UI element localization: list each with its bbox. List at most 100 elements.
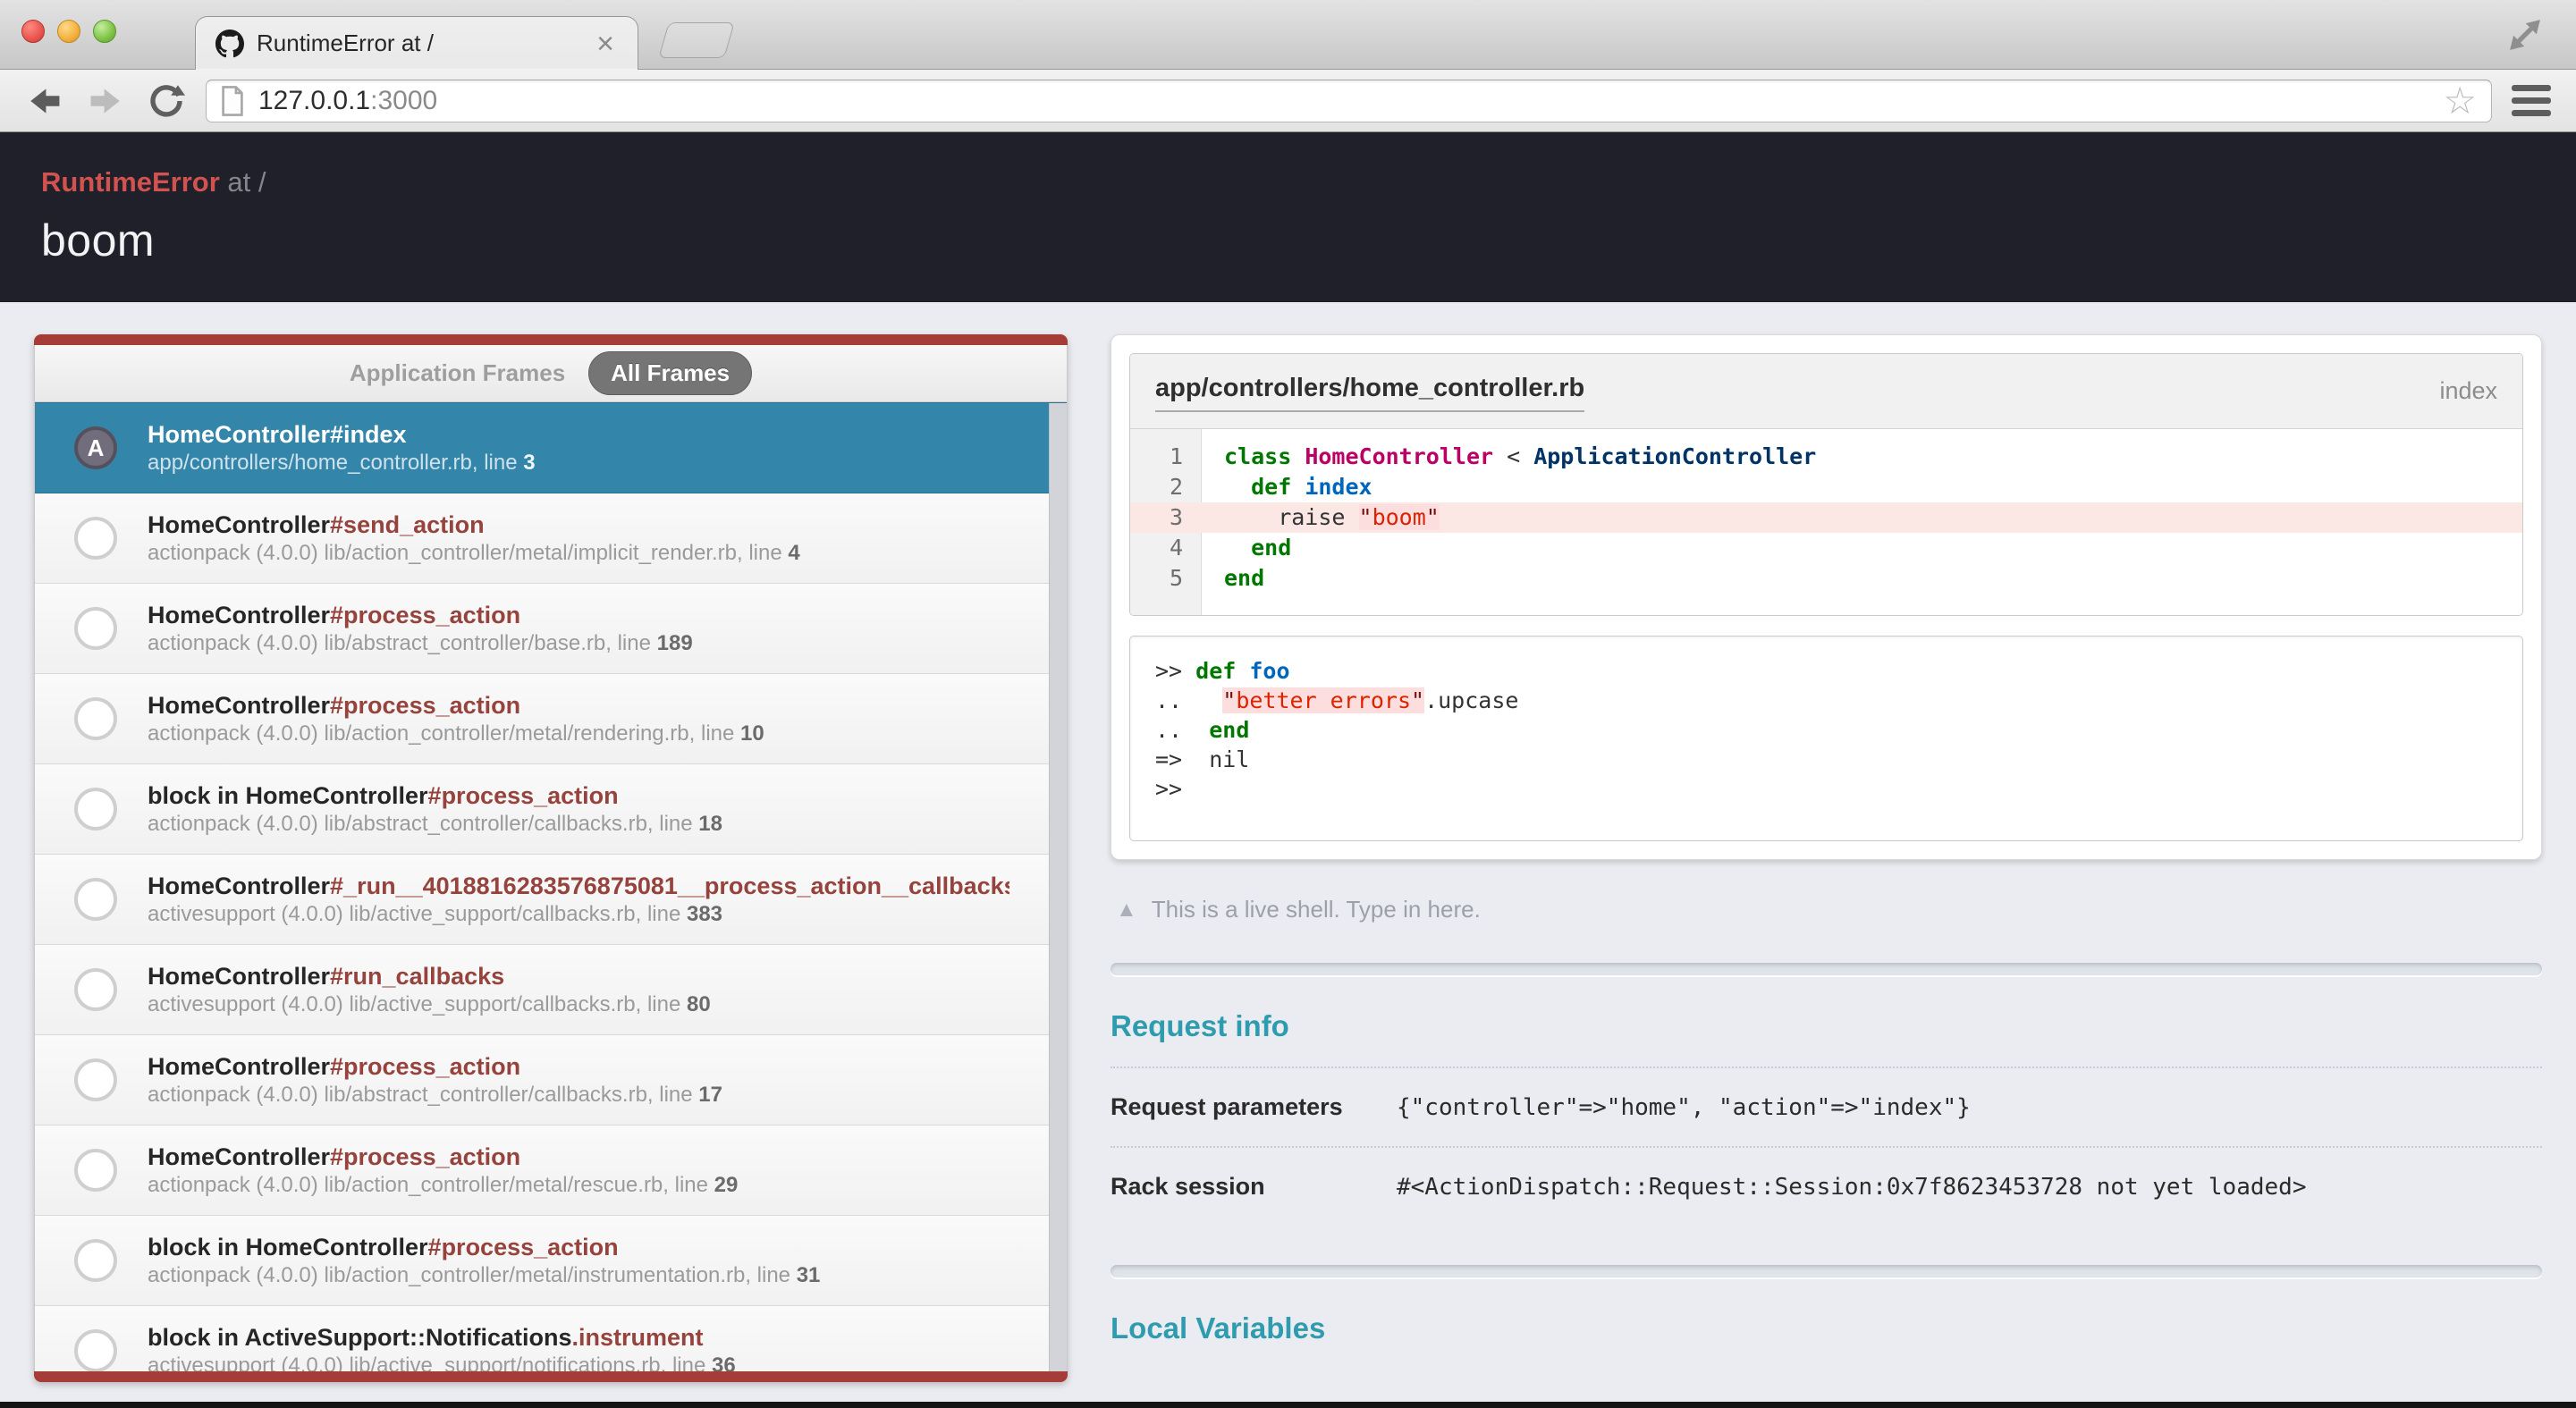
- repl-prompt: ..: [1155, 717, 1196, 743]
- code-token: def: [1251, 474, 1292, 500]
- frame-class-name: HomeController: [148, 602, 331, 628]
- local-variables-section: Local Variables: [1111, 1311, 2542, 1408]
- repl-line: .. end: [1155, 715, 2497, 745]
- repl-prompt: ..: [1155, 687, 1196, 713]
- frame-text: block in ActiveSupport::Notifications.in…: [148, 1322, 736, 1371]
- zoom-window-button[interactable]: [93, 20, 116, 43]
- source-filename[interactable]: app/controllers/home_controller.rb: [1155, 374, 1585, 412]
- line-number: 2: [1169, 474, 1183, 500]
- repl-prompt: =>: [1155, 746, 1196, 772]
- code-token: def: [1195, 658, 1237, 684]
- stack-frame-item[interactable]: HomeController#process_action actionpack …: [35, 1126, 1067, 1216]
- stack-frame-item[interactable]: HomeController#process_action actionpack …: [35, 674, 1067, 764]
- sidebar-scrollbar[interactable]: [1049, 403, 1067, 1371]
- frame-context-label: index: [2439, 377, 2497, 404]
- url-text[interactable]: 127.0.0.1:3000: [258, 86, 2443, 116]
- frame-path: activesupport (4.0.0) lib/active_support…: [148, 902, 687, 926]
- frame-selector-icon: [74, 1058, 117, 1101]
- tab-close-icon[interactable]: ×: [593, 29, 618, 59]
- close-window-button[interactable]: [21, 20, 45, 43]
- new-tab-button[interactable]: [658, 22, 735, 58]
- code-token: HomeController: [1305, 443, 1494, 469]
- line-number: 4: [1169, 535, 1183, 561]
- stack-frame-item[interactable]: HomeController#run_callbacks activesuppor…: [35, 945, 1067, 1035]
- frame-text: block in HomeController#process_action ac…: [148, 1232, 820, 1289]
- stack-frame-item[interactable]: A HomeController#index app/controllers/hom…: [35, 402, 1067, 493]
- exception-name: RuntimeError: [41, 166, 220, 198]
- frame-path: activesupport (4.0.0) lib/active_support…: [148, 1353, 712, 1371]
- source-code-card: app/controllers/home_controller.rb index…: [1129, 353, 2523, 616]
- url-bar[interactable]: 127.0.0.1:3000 ☆: [206, 79, 2492, 122]
- frame-method-name: .instrument: [571, 1324, 704, 1351]
- code-token: <: [1493, 443, 1534, 469]
- code-token: ": [1222, 687, 1237, 713]
- code-token: boom: [1372, 504, 1426, 530]
- frame-method-name: #run_callbacks: [330, 963, 505, 990]
- frame-text: HomeController#send_action actionpack (4.…: [148, 510, 800, 567]
- repl-line: .. "better errors".upcase: [1155, 686, 2497, 715]
- variable-label: Request parameters: [1111, 1093, 1343, 1120]
- stack-frame-item[interactable]: HomeController#send_action actionpack (4.…: [35, 493, 1067, 584]
- frame-location: activesupport (4.0.0) lib/active_support…: [148, 1353, 736, 1371]
- stack-frame-item[interactable]: HomeController#process_action actionpack …: [35, 584, 1067, 674]
- frame-title: HomeController#process_action: [148, 690, 764, 721]
- frame-class-name: HomeController: [148, 1143, 331, 1170]
- frame-method-name: #process_action: [330, 692, 521, 719]
- frame-class-name: block in HomeController: [148, 782, 428, 809]
- repl-prompt: >>: [1155, 776, 1196, 802]
- minimize-window-button[interactable]: [57, 20, 80, 43]
- tab-title: RuntimeError at /: [257, 30, 434, 56]
- code-line: 2 def index: [1130, 472, 2522, 502]
- frame-path: app/controllers/home_controller.rb, line: [148, 451, 524, 475]
- frame-path: activesupport (4.0.0) lib/active_support…: [148, 992, 687, 1016]
- reload-button[interactable]: [145, 80, 188, 122]
- application-frames-toggle[interactable]: Application Frames: [350, 359, 565, 387]
- error-location: at /: [219, 166, 266, 198]
- frame-title: HomeController#send_action: [148, 510, 800, 540]
- all-frames-toggle[interactable]: All Frames: [588, 351, 753, 395]
- chrome-menu-icon[interactable]: [2510, 81, 2553, 120]
- screenshot-root: RuntimeError at / × 127.0.0.1:3000 ☆ Run…: [0, 0, 2576, 1408]
- bookmark-star-icon[interactable]: ☆: [2443, 81, 2477, 120]
- frame-line-number: 4: [788, 541, 800, 565]
- frame-location: actionpack (4.0.0) lib/action_controller…: [148, 721, 764, 747]
- frame-path: actionpack (4.0.0) lib/action_controller…: [148, 721, 741, 746]
- frame-title: HomeController#process_action: [148, 1051, 722, 1082]
- frame-selector-icon: A: [74, 426, 117, 469]
- frame-title: HomeController#_run__4018816283576875081…: [148, 871, 1009, 901]
- frame-method-name: #process_action: [330, 1143, 521, 1170]
- code-token: raise: [1224, 504, 1359, 530]
- sidebar-top-border: [34, 334, 1068, 345]
- code-token: class: [1224, 443, 1292, 469]
- frame-title: HomeController#process_action: [148, 600, 693, 630]
- frame-method-name: #index: [330, 421, 407, 448]
- frame-line-number: 189: [656, 631, 693, 655]
- code-token: index: [1305, 474, 1372, 500]
- frame-method-name: #process_action: [330, 1053, 521, 1080]
- frame-class-name: HomeController: [148, 511, 331, 538]
- frame-line-number: 383: [686, 902, 723, 926]
- browser-tab[interactable]: RuntimeError at / ×: [195, 16, 638, 70]
- stack-frame-item[interactable]: block in ActiveSupport::Notifications.in…: [35, 1306, 1067, 1371]
- live-shell-console[interactable]: >> def foo.. "better errors".upcase.. en…: [1129, 636, 2523, 841]
- frames-filter-bar: Application Frames All Frames: [34, 345, 1068, 402]
- code-token: foo: [1249, 658, 1290, 684]
- frames-list: A HomeController #index app/controllers/hom…: [34, 402, 1068, 1371]
- frame-path: actionpack (4.0.0) lib/action_controller…: [148, 1263, 797, 1287]
- frame-location: actionpack (4.0.0) lib/abstract_controll…: [148, 1082, 722, 1109]
- stack-frame-item[interactable]: HomeController#_run__4018816283576875081…: [35, 855, 1067, 945]
- frame-line-number: 18: [698, 812, 722, 836]
- frame-line-number: 10: [740, 721, 764, 746]
- stack-frame-item[interactable]: block in HomeController#process_action ac…: [35, 764, 1067, 855]
- code-text: end: [1201, 533, 1291, 563]
- stack-frame-item[interactable]: HomeController#process_action actionpack …: [35, 1035, 1067, 1126]
- fullscreen-expand-icon[interactable]: [2504, 14, 2546, 60]
- back-button[interactable]: [23, 80, 66, 122]
- frame-selector-icon: [74, 1329, 117, 1371]
- stack-frame-item[interactable]: block in HomeController#process_action ac…: [35, 1216, 1067, 1306]
- local-variables-heading: Local Variables: [1111, 1311, 1326, 1345]
- forward-button[interactable]: [84, 80, 127, 122]
